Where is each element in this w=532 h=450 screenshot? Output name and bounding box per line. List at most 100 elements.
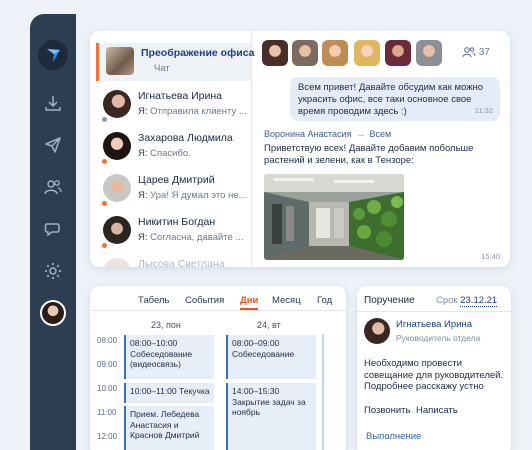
assignee-role: Руководитель отдела — [396, 333, 481, 343]
chat-item-name: Захарова Людмила — [138, 132, 233, 144]
own-message-bubble: Всем привет! Давайте обсудим как можно у… — [290, 77, 500, 121]
send-icon[interactable] — [42, 134, 64, 156]
calendar-event[interactable]: Прием. Лебедева Анастасия и Краснов Дмит… — [124, 406, 214, 450]
download-icon[interactable] — [42, 92, 64, 114]
event-time: 10:00–11:00 — [130, 386, 177, 396]
chat-item-preview: Я: Согласна, давайте ... — [138, 232, 250, 243]
chat-item-name: Царев Дмитрий — [138, 174, 215, 186]
status-dot — [102, 201, 107, 206]
write-button[interactable]: Написать — [416, 405, 458, 416]
event-title: Собеседование (видеосвязь) — [130, 348, 193, 370]
chat-list: Преображение офиса Чат Игнатьева Ирина Я… — [90, 31, 255, 267]
status-dot — [102, 159, 107, 164]
logo-icon[interactable] — [38, 40, 68, 70]
assignee-avatar[interactable] — [364, 318, 390, 344]
tab-month[interactable]: Месяц — [272, 295, 301, 306]
gear-icon[interactable] — [42, 260, 64, 282]
chat-item-office[interactable]: Преображение офиса Чат — [96, 43, 255, 81]
chat-avatar — [103, 216, 131, 244]
people-icon — [462, 47, 476, 58]
event-title: Текучка — [179, 386, 210, 396]
event-title: Закрытие задач за ноябрь — [232, 396, 306, 418]
call-button[interactable]: Позвонить — [364, 405, 410, 416]
chat-item-preview: Я: Ура! Я думал это не... — [138, 190, 250, 201]
chat-item-name: Преображение офиса — [141, 47, 255, 59]
participant-avatar[interactable] — [292, 40, 318, 66]
participants-number: 37 — [478, 46, 490, 58]
chat-item-preview: Я: Спасибо. — [138, 148, 250, 159]
due-date[interactable]: 23.12.21 — [460, 295, 498, 307]
chat-item-zakharova[interactable]: Захарова Людмила Я: Спасибо. — [96, 128, 251, 166]
incoming-message-text: Приветствую всех! Давайте добавим поболь… — [264, 143, 474, 166]
event-title: Прием. Лебедева Анастасия и Краснов Дмит… — [130, 409, 200, 440]
event-time: 08:00–10:00 — [130, 338, 178, 348]
day-header: 24, вт — [257, 320, 281, 330]
participant-avatar[interactable] — [354, 40, 380, 66]
chat-prefix: Я: — [138, 106, 148, 117]
chat-item-lysova[interactable]: Лысова Светлана — [96, 254, 251, 267]
execution-button[interactable]: Выполнение — [366, 431, 421, 442]
chat-item-name: Лысова Светлана — [138, 258, 225, 267]
participants-count[interactable]: 37 — [462, 46, 490, 58]
participant-avatar[interactable] — [416, 40, 442, 66]
hour-label: 09:00 — [97, 360, 118, 369]
calendar-event[interactable]: 08:00–10:00 Собеседование (видеосвязь) — [124, 335, 214, 379]
chat-conversation: 37 Всем привет! Давайте обсудим как можн… — [252, 31, 510, 267]
calendar-event[interactable]: 14:00–15:30 Закрытие задач за ноябрь — [226, 383, 316, 450]
chat-preview-text: Согласна, давайте ... — [150, 232, 244, 243]
participant-avatar[interactable] — [262, 40, 288, 66]
sidebar — [30, 14, 76, 450]
chat-avatar — [103, 90, 131, 118]
message-sender: Воронина Анастасия → Всем — [264, 129, 391, 139]
chat-item-tsarev[interactable]: Царев Дмитрий Я: Ура! Я думал это не... — [96, 170, 251, 208]
chat-item-nikitin[interactable]: Никитин Богдан Я: Согласна, давайте ... — [96, 212, 251, 250]
tab-tabel[interactable]: Табель — [138, 295, 169, 306]
user-avatar[interactable] — [40, 300, 66, 326]
calendar-tabs: Табель События Дни Месяц Год — [90, 295, 346, 311]
own-message-text: Всем привет! Давайте обсудим как можно у… — [298, 82, 484, 117]
contacts-icon[interactable] — [42, 176, 64, 198]
tab-events[interactable]: События — [185, 295, 224, 306]
chat-preview-text: Отправила клиенту ... — [150, 106, 247, 117]
arrow-right-icon: → — [355, 129, 365, 139]
chat-avatar — [103, 132, 131, 160]
task-due: Срок 23.12.21 — [436, 295, 498, 307]
message-time: 11:32 — [474, 106, 493, 115]
calendar-event[interactable]: 10:00–11:00 Текучка — [124, 383, 214, 403]
status-dot — [102, 243, 107, 248]
participant-avatar[interactable] — [322, 40, 348, 66]
calendar-event[interactable]: 08:00–09:00 Собеседование — [226, 335, 316, 379]
chat-item-name: Игнатьева Ирина — [138, 90, 223, 102]
chat-prefix: Я: — [138, 232, 148, 243]
event-title: Собеседование — [232, 348, 295, 359]
day-header: 23, пон — [151, 320, 181, 330]
messages-icon[interactable] — [42, 218, 64, 240]
divider — [357, 311, 511, 312]
assignee-name[interactable]: Игнатьева Ирина — [396, 319, 472, 330]
task-title: Поручение — [364, 295, 415, 306]
chat-item-preview: Чат — [154, 63, 170, 74]
hour-label: 12:00 — [97, 432, 118, 441]
message-time: 15:40 — [481, 252, 500, 261]
hour-label: 08:00 — [97, 336, 118, 345]
status-dot — [102, 117, 107, 122]
tab-year[interactable]: Год — [317, 295, 332, 306]
chat-item-ignatieva[interactable]: Игнатьева Ирина Я: Отправила клиенту ... — [96, 86, 251, 124]
participant-avatar[interactable] — [385, 40, 411, 66]
chat-preview-text: Спасибо. — [150, 148, 191, 159]
hour-label: 11:00 — [97, 408, 117, 417]
event-time: 08:00–09:00 — [232, 338, 280, 348]
chat-avatar — [103, 174, 131, 202]
chat-prefix: Я: — [138, 148, 148, 159]
chat-avatar — [106, 47, 134, 75]
sender-name[interactable]: Воронина Анастасия — [264, 129, 351, 139]
chat-prefix: Я: — [138, 190, 148, 201]
event-time: 14:00–15:30 — [232, 386, 280, 396]
chat-item-name: Никитин Богдан — [138, 216, 216, 228]
chat-card: Преображение офиса Чат Игнатьева Ирина Я… — [90, 31, 510, 267]
office-photo[interactable] — [264, 174, 404, 260]
recipient-name: Всем — [369, 129, 392, 139]
tab-days[interactable]: Дни — [240, 295, 259, 310]
chat-item-preview: Я: Отправила клиенту ... — [138, 106, 250, 117]
task-text: Необходимо провести совещание для руково… — [364, 358, 504, 392]
